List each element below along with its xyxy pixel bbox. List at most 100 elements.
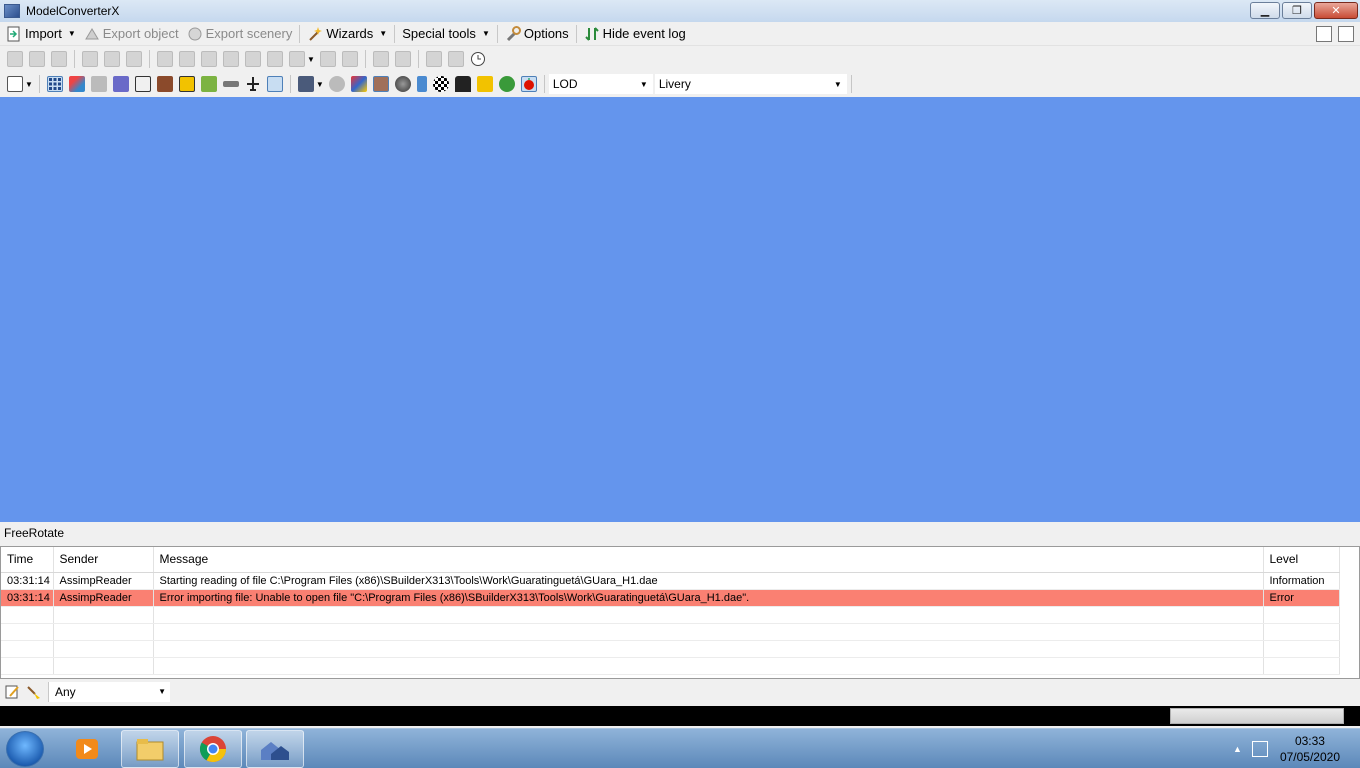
log-level-value: Any xyxy=(55,684,76,699)
close-button[interactable]: ✕ xyxy=(1314,2,1358,19)
help-icon[interactable] xyxy=(1338,26,1354,42)
log-view-icon[interactable] xyxy=(1316,26,1332,42)
livery-select[interactable]: Livery ▼ xyxy=(654,74,847,94)
clear-broom-icon[interactable] xyxy=(26,684,42,700)
log-filter-bar: Any ▼ xyxy=(0,680,1360,703)
start-button[interactable] xyxy=(6,731,44,767)
media-player-task[interactable] xyxy=(58,730,116,768)
model-viewport[interactable] xyxy=(0,97,1360,522)
import-menu[interactable]: Import ▼ xyxy=(2,23,80,45)
special-tools-menu[interactable]: Special tools ▼ xyxy=(398,23,494,45)
chevron-down-icon[interactable]: ▼ xyxy=(307,55,315,64)
export-object-menu[interactable]: Export object xyxy=(80,23,183,45)
cube-icon[interactable] xyxy=(350,76,367,92)
minimize-button[interactable]: ▁ xyxy=(1250,2,1280,19)
empty-row xyxy=(1,657,1340,675)
attach-icon[interactable] xyxy=(90,76,107,92)
column-sender[interactable]: Sender xyxy=(53,547,154,573)
modelconverterx-task[interactable] xyxy=(246,730,304,768)
stop-icon[interactable] xyxy=(51,51,67,67)
column-time[interactable]: Time xyxy=(1,547,54,573)
runway-icon[interactable] xyxy=(222,81,239,87)
sphere-icon[interactable] xyxy=(267,51,283,67)
normals-icon[interactable] xyxy=(416,76,427,92)
animation-icon[interactable] xyxy=(201,51,217,67)
lights-icon[interactable] xyxy=(476,76,493,92)
bones-icon[interactable] xyxy=(266,76,283,92)
hierarchy-icon[interactable] xyxy=(126,51,142,67)
lod-select[interactable]: LOD ▼ xyxy=(548,74,653,94)
globe-icon xyxy=(187,26,203,42)
table-row-error[interactable]: 03:31:14 AssimpReader Error importing fi… xyxy=(1,589,1340,607)
refresh-icon[interactable] xyxy=(498,76,515,92)
delete-icon[interactable] xyxy=(245,51,261,67)
title-bar: ModelConverterX ▁ ❐ ✕ xyxy=(0,0,1360,22)
menu-separator xyxy=(299,24,301,43)
shadow-icon[interactable] xyxy=(178,76,195,92)
network-icon[interactable] xyxy=(1251,741,1268,757)
chevron-down-icon[interactable]: ▼ xyxy=(25,80,33,89)
event-log[interactable]: Time Sender Message Level 03:31:14 Assim… xyxy=(0,546,1360,679)
gear-icon[interactable] xyxy=(328,76,345,92)
image-icon[interactable] xyxy=(372,51,389,67)
file-explorer-task[interactable] xyxy=(121,730,179,768)
back-arrow-icon[interactable] xyxy=(7,51,23,67)
axis-icon[interactable] xyxy=(68,76,85,92)
restore-button[interactable]: ❐ xyxy=(1282,2,1312,19)
wizards-menu[interactable]: Wizards ▼ xyxy=(303,23,391,45)
column-message[interactable]: Message xyxy=(153,547,1264,573)
person-icon[interactable] xyxy=(341,51,358,67)
material-icon[interactable] xyxy=(157,51,173,67)
aircraft-icon[interactable] xyxy=(245,76,261,92)
event-log-table: Time Sender Message Level 03:31:14 Assim… xyxy=(1,547,1340,675)
box-icon[interactable] xyxy=(134,76,151,92)
chevron-down-icon[interactable]: ▼ xyxy=(316,80,324,89)
wireframe-icon[interactable] xyxy=(112,76,129,92)
grid-icon[interactable] xyxy=(46,76,63,92)
clock[interactable]: 03:33 07/05/2020 xyxy=(1280,733,1340,765)
transform-icon[interactable] xyxy=(289,51,305,67)
apple-icon[interactable] xyxy=(520,76,537,92)
camera-icon[interactable] xyxy=(297,76,314,92)
options-menu[interactable]: Options xyxy=(501,23,573,45)
toolbar-separator xyxy=(149,50,150,68)
material-view-icon[interactable] xyxy=(372,76,389,92)
column-level[interactable]: Level xyxy=(1263,547,1340,573)
fit-view-icon[interactable] xyxy=(7,76,23,92)
row-level: Information xyxy=(1263,572,1340,590)
checker-ball-icon[interactable] xyxy=(432,76,449,92)
row-message: Error importing file: Unable to open fil… xyxy=(153,589,1264,607)
clock-time: 03:33 xyxy=(1294,734,1325,748)
special-tools-label: Special tools xyxy=(402,26,476,41)
clock-icon[interactable] xyxy=(470,51,486,67)
texture-brick-icon[interactable] xyxy=(156,76,173,92)
chevron-down-icon: ▼ xyxy=(158,687,166,696)
log-level-filter[interactable]: Any ▼ xyxy=(48,681,170,702)
undo-icon[interactable] xyxy=(425,51,442,67)
notepad-icon[interactable] xyxy=(4,684,20,700)
toolbar-separator xyxy=(289,75,291,93)
chevron-down-icon: ▼ xyxy=(67,29,76,38)
hide-event-log-menu[interactable]: Hide event log xyxy=(580,23,690,45)
redo-icon[interactable] xyxy=(447,51,464,67)
wrench-icon xyxy=(505,25,521,42)
document-icon[interactable] xyxy=(394,51,411,67)
table-row[interactable]: 03:31:14 AssimpReader Starting reading o… xyxy=(1,572,1340,590)
merge-icon[interactable] xyxy=(319,51,336,67)
toolbar-separator xyxy=(38,75,40,93)
import-icon xyxy=(6,26,22,42)
export-scenery-menu[interactable]: Export scenery xyxy=(183,23,297,45)
texture-icon[interactable] xyxy=(179,51,195,67)
camera-mode-label: FreeRotate xyxy=(0,522,1360,544)
zoom-icon[interactable] xyxy=(82,51,98,67)
weight-icon[interactable] xyxy=(454,76,471,92)
sphere-shade-icon[interactable] xyxy=(394,76,411,92)
forward-arrow-icon[interactable] xyxy=(29,51,45,67)
scenery-icon[interactable] xyxy=(223,51,239,67)
show-hidden-icons-icon[interactable]: ▲ xyxy=(1233,744,1242,754)
chrome-task[interactable] xyxy=(184,730,242,768)
view-toolbar: ▼ ▼ LOD ▼ Livery ▼ xyxy=(0,72,1360,96)
taskbar: ▲ 03:33 07/05/2020 xyxy=(0,728,1360,768)
ground-icon[interactable] xyxy=(200,76,217,92)
pin-icon[interactable] xyxy=(104,51,120,67)
